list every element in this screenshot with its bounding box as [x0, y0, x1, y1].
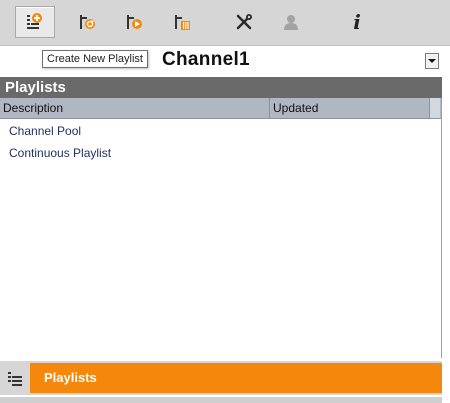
- column-header-updated[interactable]: Updated: [270, 98, 430, 118]
- tab-playlists[interactable]: Playlists: [30, 363, 442, 393]
- delete-playlist-icon: [175, 15, 190, 30]
- column-header-description[interactable]: Description: [0, 98, 270, 118]
- create-playlist-icon: [27, 13, 42, 29]
- table-header: Description Updated: [0, 98, 441, 119]
- user-button[interactable]: [271, 6, 311, 38]
- user-icon: [284, 15, 298, 30]
- info-button[interactable]: i: [337, 6, 377, 38]
- channel-name: Channel1: [162, 49, 250, 70]
- playlists-table: Description Updated Channel Pool Continu…: [0, 98, 442, 358]
- delete-playlist-button[interactable]: [162, 6, 202, 38]
- play-playlist-button[interactable]: [114, 6, 154, 38]
- bottom-bar: Playlists: [0, 361, 442, 395]
- create-playlist-button[interactable]: [15, 6, 55, 38]
- refresh-playlist-icon: [80, 15, 95, 29]
- info-icon: i: [353, 10, 361, 34]
- chevron-down-icon: [428, 59, 436, 63]
- create-playlist-tooltip: Create New Playlist: [42, 50, 148, 68]
- list-icon: [8, 372, 22, 386]
- table-row[interactable]: Continuous Playlist: [0, 142, 430, 164]
- channel-dropdown-button[interactable]: [425, 53, 439, 69]
- bottom-divider: [0, 397, 442, 403]
- row-description: Continuous Playlist: [9, 146, 112, 160]
- tools-icon: [236, 14, 252, 30]
- column-header-filler: [430, 98, 440, 118]
- table-row[interactable]: Channel Pool: [0, 120, 430, 142]
- tools-button[interactable]: [224, 6, 264, 38]
- playlists-tab-icon-button[interactable]: [0, 361, 30, 395]
- toolbar: i: [0, 0, 450, 46]
- tab-playlists-label: Playlists: [44, 370, 97, 385]
- section-title: Playlists: [0, 77, 442, 98]
- row-description: Channel Pool: [9, 124, 82, 138]
- play-playlist-icon: [127, 15, 142, 29]
- refresh-playlist-button[interactable]: [67, 6, 107, 38]
